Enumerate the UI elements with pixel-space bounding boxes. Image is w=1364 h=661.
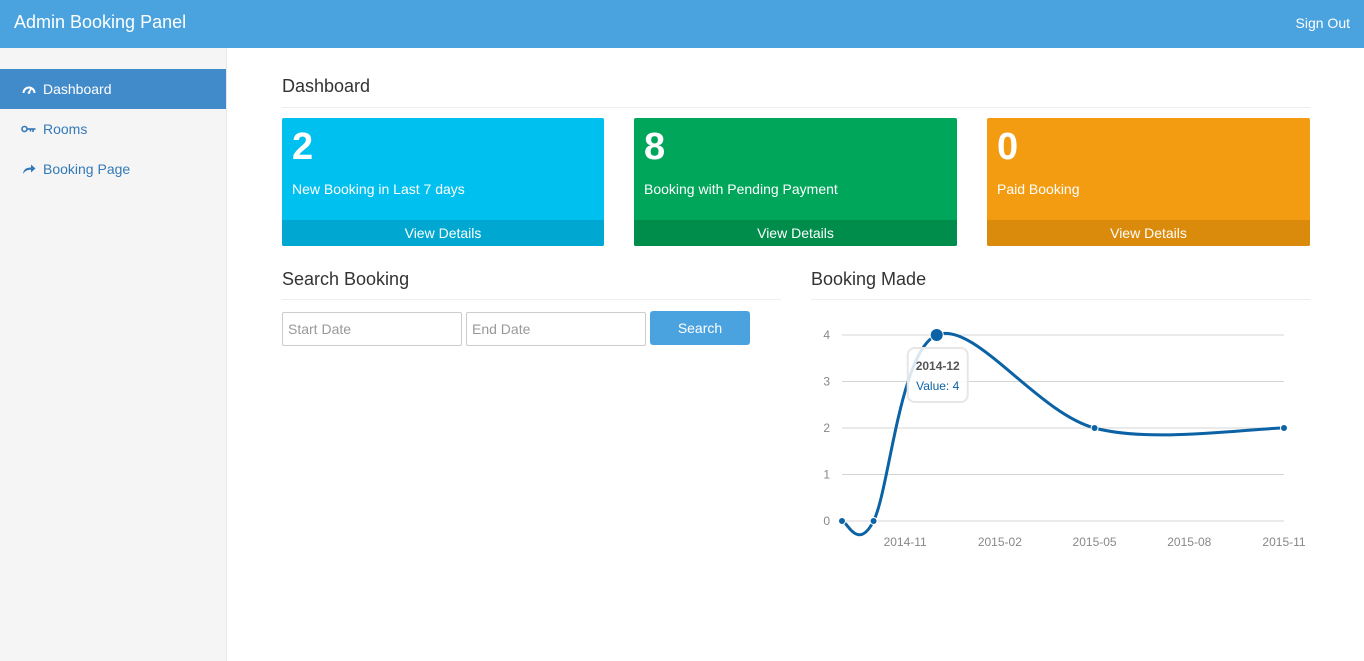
sidebar-item-rooms[interactable]: Rooms — [0, 109, 226, 149]
view-details-link[interactable]: View Details — [282, 220, 604, 246]
top-navbar: Admin Booking Panel Sign Out — [0, 0, 1364, 48]
brand-link[interactable]: Admin Booking Panel — [14, 12, 186, 33]
search-section-divider — [282, 299, 781, 300]
stat-value: 0 — [997, 126, 1019, 168]
data-point — [838, 517, 846, 525]
sidebar-item-label: Booking Page — [43, 161, 131, 177]
share-arrow-icon — [21, 162, 36, 176]
y-tick-label: 4 — [823, 328, 830, 342]
stat-label: New Booking in Last 7 days — [292, 181, 465, 197]
y-tick-label: 2 — [823, 421, 830, 435]
data-point — [1280, 424, 1288, 432]
data-point — [1090, 424, 1099, 432]
x-tick-label: 2015-11 — [1262, 535, 1305, 549]
chart-section-divider — [811, 299, 1310, 300]
view-details-link[interactable]: View Details — [634, 220, 957, 246]
stat-tile-new-bookings: 2 New Booking in Last 7 days View Detail… — [282, 118, 604, 246]
data-point — [869, 517, 878, 525]
sidebar-item-label: Rooms — [43, 121, 88, 137]
view-details-link[interactable]: View Details — [987, 220, 1310, 246]
sidebar-item-booking-page[interactable]: Booking Page — [0, 149, 226, 189]
stat-value: 8 — [644, 126, 666, 168]
sign-out-link[interactable]: Sign Out — [1296, 15, 1350, 31]
search-button[interactable]: Search — [650, 311, 750, 345]
x-tick-label: 2015-02 — [978, 535, 1022, 549]
start-date-input[interactable] — [282, 312, 462, 346]
x-tick-label: 2015-08 — [1167, 535, 1211, 549]
page-title: Dashboard — [282, 76, 371, 96]
stat-value: 2 — [292, 126, 314, 168]
y-tick-label: 0 — [823, 514, 830, 528]
chart-tooltip-value: Value: 4 — [916, 379, 959, 393]
booking-made-title: Booking Made — [811, 269, 927, 289]
x-tick-label: 2015-05 — [1073, 535, 1117, 549]
data-point — [929, 328, 944, 342]
booking-line-chart: 0 1 2 3 4 2014-11 2015-02 2015-05 2015-08 2015-11… — [823, 328, 1306, 549]
stat-tile-pending-payment: 8 Booking with Pending Payment View Deta… — [634, 118, 957, 246]
y-tick-label: 3 — [823, 375, 830, 389]
y-tick-label: 1 — [823, 468, 830, 482]
stat-label: Booking with Pending Payment — [644, 181, 838, 197]
sidebar: Dashboard Rooms Booking Page — [0, 48, 227, 661]
search-booking-title: Search Booking — [282, 269, 410, 289]
page-title-divider — [282, 107, 1310, 108]
sidebar-item-label: Dashboard — [43, 81, 112, 97]
sidebar-item-dashboard[interactable]: Dashboard — [0, 69, 226, 109]
stat-tile-paid-booking: 0 Paid Booking View Details — [987, 118, 1310, 246]
chart-tooltip-box — [906, 347, 969, 403]
chart-tooltip-title: 2014-12 — [916, 359, 960, 373]
key-icon — [21, 122, 36, 136]
end-date-input[interactable] — [466, 312, 646, 346]
x-tick-label: 2014-11 — [884, 535, 927, 549]
dashboard-icon — [21, 82, 36, 96]
stat-label: Paid Booking — [997, 181, 1080, 197]
